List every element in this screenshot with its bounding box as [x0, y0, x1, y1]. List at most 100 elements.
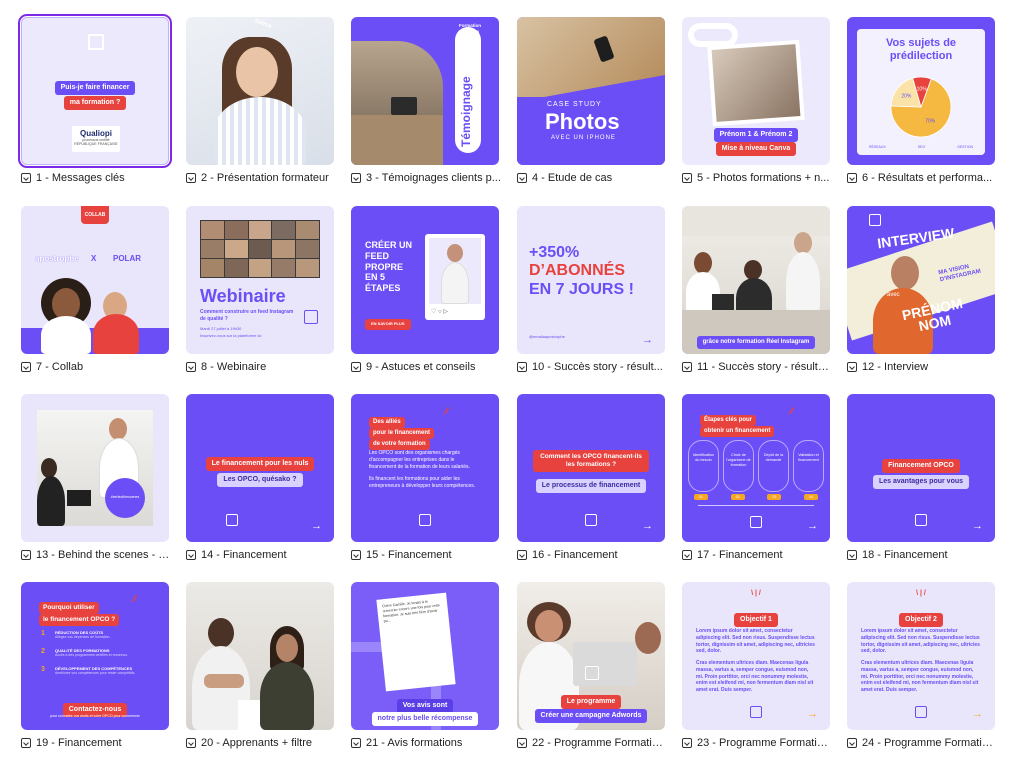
page-thumbnail[interactable]: Pourquoi utiliser le financement OPCO ? …	[21, 582, 169, 730]
page-thumbnail[interactable]: Prénom 1 & Prénom 2 Mise à niveau Canva	[682, 17, 830, 165]
page-thumbnail[interactable]: Des alliés pour le financement de votre …	[351, 394, 499, 542]
arrow-right-icon: →	[807, 708, 818, 720]
page-tile-15[interactable]: Des alliés pour le financement de votre …	[351, 394, 501, 561]
page-icon	[847, 362, 857, 372]
page-thumbnail[interactable]: Le programme Créer une campagne Adwords	[517, 582, 665, 730]
page-tile-8[interactable]: Webinaire Comment construire un feed Ins…	[186, 206, 336, 373]
laptop-shape	[573, 642, 637, 686]
page-caption[interactable]: 8 - Webinaire	[186, 361, 336, 373]
page-thumbnail[interactable]: Étapes clés pour obtenir un financement …	[682, 394, 830, 542]
page-thumbnail[interactable]: Comment les OPCO financent-ils les forma…	[517, 394, 665, 542]
page-tile-21[interactable]: Chère Camille, Je tenais à te remercier …	[351, 582, 501, 749]
page-thumbnail[interactable]: +350% D’ABONNÉS EN 7 JOURS ! @emailaapos…	[517, 206, 665, 354]
page-caption[interactable]: 20 - Apprenants + filtre	[186, 737, 336, 749]
page-caption[interactable]: 4 - Etude de cas	[517, 172, 667, 184]
page-caption[interactable]: 17 - Financement	[682, 549, 832, 561]
page-icon	[682, 738, 692, 748]
page-caption[interactable]: 12 - Interview	[847, 361, 997, 373]
page-icon	[517, 738, 527, 748]
page-thumbnail[interactable]: Webinaire Comment construire un feed Ins…	[186, 206, 334, 354]
page-caption[interactable]: 15 - Financement	[351, 549, 501, 561]
page-tile-17[interactable]: Étapes clés pour obtenir un financement …	[682, 394, 832, 561]
page-tile-22[interactable]: Le programme Créer une campagne Adwords …	[517, 582, 667, 749]
page-caption[interactable]: 14 - Financement	[186, 549, 336, 561]
page-tile-20[interactable]: 20 - Apprenants + filtre	[186, 582, 336, 749]
vertical-title: Témoignage	[459, 76, 473, 147]
page-thumbnail[interactable]: #behindthescenes	[21, 394, 169, 542]
step-card: Validation et financement	[793, 440, 824, 492]
page-caption[interactable]: 6 - Résultats et performa...	[847, 172, 997, 184]
page-tile-11[interactable]: grâce notre formation Réel Instagram 11 …	[682, 206, 832, 373]
page-caption[interactable]: 19 - Financement	[21, 737, 171, 749]
person-photo	[535, 610, 563, 642]
pie-slice-label: 70%	[925, 119, 936, 125]
page-thumbnail[interactable]: \ | / Objectif 1 Lorem ipsum dolor sit a…	[682, 582, 830, 730]
cta-button: EN SAVOIR PLUS	[365, 319, 411, 330]
page-caption[interactable]: 9 - Astuces et conseils	[351, 361, 501, 373]
page-caption[interactable]: 18 - Financement	[847, 549, 997, 561]
page-caption[interactable]: 22 - Programme Formatio...	[517, 737, 667, 749]
page-caption[interactable]: 1 - Messages clés	[21, 172, 171, 184]
benefit-item: 3 DÉVELOPPEMENT DES COMPÉTENCES Améliore…	[41, 666, 136, 675]
page-caption[interactable]: 23 - Programme Formatio...	[682, 737, 832, 749]
page-tile-14[interactable]: Le financement pour les nuls Les OPCO, q…	[186, 394, 336, 561]
page-caption[interactable]: 3 - Témoignages clients p...	[351, 172, 501, 184]
page-thumbnail[interactable]: Financement OPCO Les avantages pour vous…	[847, 394, 995, 542]
page-icon	[186, 738, 196, 748]
page-tile-23[interactable]: \ | / Objectif 1 Lorem ipsum dolor sit a…	[682, 582, 832, 749]
page-tile-6[interactable]: Vos sujets de prédilection 70% 20% 10% RÉS…	[847, 17, 997, 184]
page-thumbnail[interactable]: Témoignage Formation Réseaux Sociaux	[351, 17, 499, 165]
headline-pill: ma formation ?	[63, 96, 127, 111]
page-thumbnail[interactable]: COLLAB apostrophe X POLAR	[21, 206, 169, 354]
page-tile-7[interactable]: COLLAB apostrophe X POLAR 7 - Collab	[21, 206, 171, 373]
page-tile-2[interactable]: Salma 2 - Présentation formateur	[186, 17, 336, 184]
person-photo	[447, 244, 463, 262]
page-tile-1[interactable]: Puis-je faire financer ma formation ? Qu…	[18, 14, 172, 184]
page-caption[interactable]: 16 - Financement	[517, 549, 667, 561]
page-thumbnail[interactable]: Salma	[186, 17, 334, 165]
page-thumbnail[interactable]: Puis-je faire financer ma formation ? Qu…	[18, 14, 172, 168]
page-tile-4[interactable]: CASE STUDY Photos AVEC UN IPHONE 4 - Etu…	[517, 17, 667, 184]
page-thumbnail[interactable]: INTERVIEW MA VISION D'INSTAGRAM avec PRÉ…	[847, 206, 995, 354]
page-caption[interactable]: 5 - Photos formations + n...	[682, 172, 832, 184]
page-caption[interactable]: 13 - Behind the scenes - B...	[21, 549, 171, 561]
page-thumbnail[interactable]: CASE STUDY Photos AVEC UN IPHONE	[517, 17, 665, 165]
page-caption[interactable]: 11 - Succès story - résulta...	[682, 361, 832, 373]
page-caption[interactable]: 2 - Présentation formateur	[186, 172, 336, 184]
page-icon	[517, 173, 527, 183]
person-photo	[891, 256, 919, 290]
page-thumbnail[interactable]	[186, 582, 334, 730]
page-icon	[351, 173, 361, 183]
page-tile-3[interactable]: Témoignage Formation Réseaux Sociaux 3 -…	[351, 17, 501, 184]
qualiopi-logo: Qualiopi processus certifié RÉPUBLIQUE F…	[72, 126, 120, 152]
page-tile-24[interactable]: \ | / Objectif 2 Lorem ipsum dolor sit a…	[847, 582, 997, 749]
person-photo	[635, 622, 661, 654]
page-caption[interactable]: 24 - Programme Formatio...	[847, 737, 997, 749]
page-caption[interactable]: 7 - Collab	[21, 361, 171, 373]
sparkle-icon: \ | /	[916, 590, 926, 597]
page-tile-19[interactable]: Pourquoi utiliser le financement OPCO ? …	[21, 582, 171, 749]
speech-bubble-icon	[419, 514, 431, 526]
page-thumbnail[interactable]: grâce notre formation Réel Instagram	[682, 206, 830, 354]
benefit-item: 1 RÉDUCTION DES COÛTS Allégez vos dépens…	[41, 630, 111, 639]
page-thumbnail[interactable]: Le financement pour les nuls Les OPCO, q…	[186, 394, 334, 542]
page-tile-5[interactable]: Prénom 1 & Prénom 2 Mise à niveau Canva …	[682, 17, 832, 184]
speech-bubble-icon	[750, 516, 762, 528]
page-tile-10[interactable]: +350% D’ABONNÉS EN 7 JOURS ! @emailaapos…	[517, 206, 667, 373]
steps-timeline: Identification du besoin Choix de l'orga…	[688, 440, 824, 492]
page-tile-16[interactable]: Comment les OPCO financent-ils les forma…	[517, 394, 667, 561]
page-caption[interactable]: 10 - Succès story - résult...	[517, 361, 667, 373]
page-tile-18[interactable]: Financement OPCO Les avantages pour vous…	[847, 394, 997, 561]
page-tile-13[interactable]: #behindthescenes 13 - Behind the scenes …	[21, 394, 171, 561]
page-thumbnail[interactable]: Vos sujets de prédilection 70% 20% 10% RÉS…	[847, 17, 995, 165]
speech-bubble-icon	[915, 706, 927, 718]
page-thumbnail[interactable]: CRÉER UN FEED PROPRE EN 5 ÉTAPES EN SAVO…	[351, 206, 499, 354]
page-thumbnail[interactable]: Chère Camille, Je tenais à te remercier …	[351, 582, 499, 730]
page-thumbnail[interactable]: \ | / Objectif 2 Lorem ipsum dolor sit a…	[847, 582, 995, 730]
page-tile-9[interactable]: CRÉER UN FEED PROPRE EN 5 ÉTAPES EN SAVO…	[351, 206, 501, 373]
page-icon	[351, 738, 361, 748]
page-tile-12[interactable]: INTERVIEW MA VISION D'INSTAGRAM avec PRÉ…	[847, 206, 997, 373]
page-caption[interactable]: 21 - Avis formations	[351, 737, 501, 749]
page-icon	[682, 550, 692, 560]
chart-title: Vos sujets de prédilection	[885, 37, 957, 62]
